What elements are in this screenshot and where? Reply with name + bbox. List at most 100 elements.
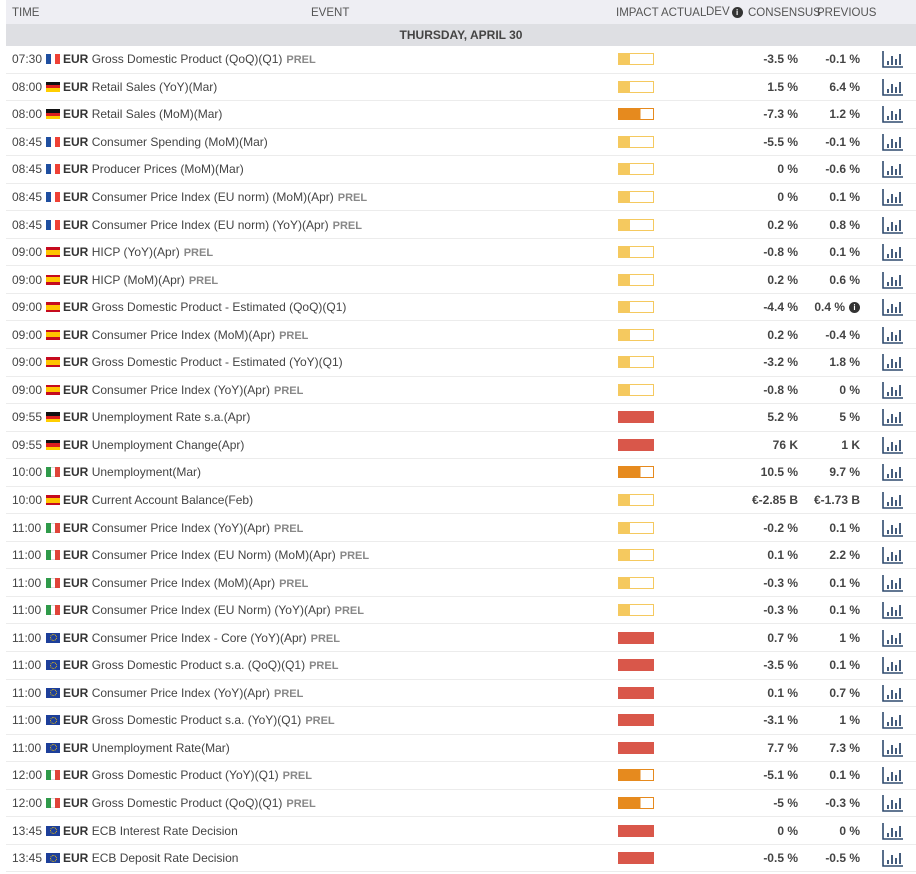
table-row[interactable]: 09:00 EUR Gross Domestic Product - Estim…	[6, 349, 916, 377]
header-impact[interactable]: IMPACT	[616, 7, 659, 19]
chart-icon[interactable]	[882, 766, 904, 785]
event-name[interactable]: EUR Consumer Price Index (EU Norm) (YoY)…	[63, 603, 364, 617]
event-name[interactable]: EUR Gross Domestic Product - Estimated (…	[63, 355, 343, 369]
event-name[interactable]: EUR Consumer Price Index (EU norm) (MoM)…	[63, 190, 367, 204]
header-actual[interactable]: ACTUAL	[661, 7, 706, 19]
chart-icon[interactable]	[882, 822, 904, 840]
chart-icon[interactable]	[882, 794, 904, 812]
event-name[interactable]: EUR Unemployment Rate(Mar)	[63, 741, 230, 755]
chart-icon[interactable]	[882, 629, 904, 647]
chart-icon[interactable]	[882, 298, 904, 316]
event-name[interactable]: EUR Gross Domestic Product (QoQ)(Q1) PREL	[63, 796, 316, 810]
info-icon[interactable]: i	[731, 6, 743, 18]
table-row[interactable]: 11:00 EUR Consumer Price Index (YoY)(Apr…	[6, 514, 916, 542]
table-row[interactable]: 08:45 EUR Consumer Price Index (EU norm)…	[6, 184, 916, 212]
chart-icon[interactable]	[882, 546, 904, 564]
chart-icon[interactable]	[882, 271, 904, 289]
header-dev[interactable]: DEV	[706, 6, 730, 18]
table-row[interactable]: 10:00 EUR Unemployment(Mar) 10.5 % 9.7 %	[6, 459, 916, 487]
table-row[interactable]: 12:00 EUR Gross Domestic Product (YoY)(Q…	[6, 762, 916, 790]
header-consensus[interactable]: CONSENSUS	[748, 7, 821, 19]
chart-icon[interactable]	[882, 849, 904, 867]
table-row[interactable]: 09:00 EUR HICP (YoY)(Apr) PREL -0.8 % 0.1…	[6, 239, 916, 267]
table-row[interactable]: 11:00 EUR Consumer Price Index (EU Norm)…	[6, 597, 916, 625]
table-row[interactable]: 11:00 EUR Gross Domestic Product s.a. (Y…	[6, 707, 916, 735]
chart-icon[interactable]	[882, 519, 904, 537]
table-row[interactable]: 11:00 EUR Unemployment Rate(Mar) 7.7 % 7…	[6, 735, 916, 763]
event-name[interactable]: EUR Gross Domestic Product s.a. (YoY)(Q1…	[63, 713, 335, 727]
event-name[interactable]: EUR ECB Interest Rate Decision	[63, 824, 238, 838]
chart-icon[interactable]	[882, 50, 904, 69]
chart-icon[interactable]	[882, 160, 904, 179]
chart-icon[interactable]	[882, 408, 904, 427]
event-name[interactable]: EUR Unemployment Change(Apr)	[63, 438, 244, 452]
header-time[interactable]: TIME	[12, 7, 39, 19]
table-row[interactable]: 11:00 EUR Consumer Price Index (YoY)(Apr…	[6, 680, 916, 708]
table-row[interactable]: 08:00 EUR Retail Sales (YoY)(Mar) 1.5 % …	[6, 74, 916, 102]
header-previous[interactable]: PREVIOUS	[817, 7, 876, 19]
table-row[interactable]: 08:45 EUR Producer Prices (MoM)(Mar) 0 %…	[6, 156, 916, 184]
event-name[interactable]: EUR Consumer Price Index - Core (YoY)(Ap…	[63, 631, 340, 645]
chart-icon[interactable]	[882, 243, 904, 261]
event-name[interactable]: EUR HICP (MoM)(Apr) PREL	[63, 273, 218, 287]
event-name[interactable]: EUR Unemployment Rate s.a.(Apr)	[63, 410, 250, 424]
table-row[interactable]: 09:00 EUR Consumer Price Index (YoY)(Apr…	[6, 377, 916, 405]
table-row[interactable]: 11:00 EUR Gross Domestic Product s.a. (Q…	[6, 652, 916, 680]
chart-icon[interactable]	[882, 133, 904, 151]
event-name[interactable]: EUR Consumer Price Index (EU norm) (YoY)…	[63, 218, 362, 232]
chart-icon[interactable]	[882, 739, 904, 757]
flag-de-icon	[46, 109, 60, 120]
chart-icon[interactable]	[882, 78, 904, 96]
chart-icon[interactable]	[882, 463, 904, 482]
event-name[interactable]: EUR Current Account Balance(Feb)	[63, 493, 253, 507]
table-row[interactable]: 12:00 EUR Gross Domestic Product (QoQ)(Q…	[6, 790, 916, 818]
table-row[interactable]: 07:30 EUR Gross Domestic Product (QoQ)(Q…	[6, 46, 916, 74]
chart-icon[interactable]	[882, 656, 904, 675]
event-name[interactable]: EUR Retail Sales (YoY)(Mar)	[63, 80, 217, 94]
event-name[interactable]: EUR ECB Deposit Rate Decision	[63, 851, 238, 865]
event-name[interactable]: EUR Consumer Price Index (MoM)(Apr) PREL	[63, 328, 308, 342]
event-name[interactable]: EUR Consumer Spending (MoM)(Mar)	[63, 135, 268, 149]
chart-icon[interactable]	[882, 684, 904, 702]
chart-icon[interactable]	[882, 711, 904, 730]
event-name[interactable]: EUR Gross Domestic Product - Estimated (…	[63, 300, 346, 314]
table-row[interactable]: 09:55 EUR Unemployment Change(Apr) 76 K …	[6, 432, 916, 460]
header-event[interactable]: EVENT	[311, 7, 349, 19]
chart-icon[interactable]	[882, 353, 904, 372]
chart-icon[interactable]	[882, 105, 904, 124]
chart-icon[interactable]	[882, 216, 904, 234]
chart-icon[interactable]	[882, 601, 904, 620]
event-name[interactable]: EUR Consumer Price Index (EU Norm) (MoM)…	[63, 548, 369, 562]
event-name[interactable]: EUR Producer Prices (MoM)(Mar)	[63, 162, 244, 176]
event-name[interactable]: EUR Unemployment(Mar)	[63, 465, 201, 479]
event-name[interactable]: EUR Gross Domestic Product (QoQ)(Q1) PREL	[63, 52, 316, 66]
info-icon[interactable]: i	[849, 301, 860, 313]
event-name[interactable]: EUR Gross Domestic Product (YoY)(Q1) PREL	[63, 768, 312, 782]
table-row[interactable]: 09:00 EUR HICP (MoM)(Apr) PREL 0.2 % 0.6 …	[6, 266, 916, 294]
event-name[interactable]: EUR Consumer Price Index (YoY)(Apr) PREL	[63, 383, 303, 397]
event-name[interactable]: EUR Gross Domestic Product s.a. (QoQ)(Q1…	[63, 658, 338, 672]
event-name[interactable]: EUR Consumer Price Index (YoY)(Apr) PREL	[63, 686, 303, 700]
event-name[interactable]: EUR Consumer Price Index (YoY)(Apr) PREL	[63, 521, 303, 535]
table-row[interactable]: 13:45 EUR ECB Interest Rate Decision 0 %…	[6, 817, 916, 845]
table-row[interactable]: 08:45 EUR Consumer Spending (MoM)(Mar) -…	[6, 129, 916, 157]
table-row[interactable]: 09:00 EUR Gross Domestic Product - Estim…	[6, 294, 916, 322]
table-row[interactable]: 08:00 EUR Retail Sales (MoM)(Mar) -7.3 %…	[6, 101, 916, 129]
table-row[interactable]: 13:45 EUR ECB Deposit Rate Decision -0.5…	[6, 845, 916, 873]
chart-icon[interactable]	[882, 574, 904, 592]
chart-icon[interactable]	[882, 188, 904, 206]
chart-icon[interactable]	[882, 436, 904, 454]
table-row[interactable]: 11:00 EUR Consumer Price Index - Core (Y…	[6, 624, 916, 653]
chart-icon[interactable]	[882, 381, 904, 399]
table-row[interactable]: 11:00 EUR Consumer Price Index (EU Norm)…	[6, 542, 916, 570]
table-row[interactable]: 11:00 EUR Consumer Price Index (MoM)(Apr…	[6, 569, 916, 597]
chart-icon[interactable]	[882, 491, 904, 509]
table-row[interactable]: 08:45 EUR Consumer Price Index (EU norm)…	[6, 211, 916, 239]
chart-icon[interactable]	[882, 326, 904, 344]
event-name[interactable]: EUR Consumer Price Index (MoM)(Apr) PREL	[63, 576, 308, 590]
table-row[interactable]: 09:55 EUR Unemployment Rate s.a.(Apr) 5.…	[6, 404, 916, 432]
event-name[interactable]: EUR Retail Sales (MoM)(Mar)	[63, 107, 222, 121]
table-row[interactable]: 10:00 EUR Current Account Balance(Feb) €…	[6, 487, 916, 515]
event-name[interactable]: EUR HICP (YoY)(Apr) PREL	[63, 245, 213, 259]
table-row[interactable]: 09:00 EUR Consumer Price Index (MoM)(Apr…	[6, 321, 916, 350]
